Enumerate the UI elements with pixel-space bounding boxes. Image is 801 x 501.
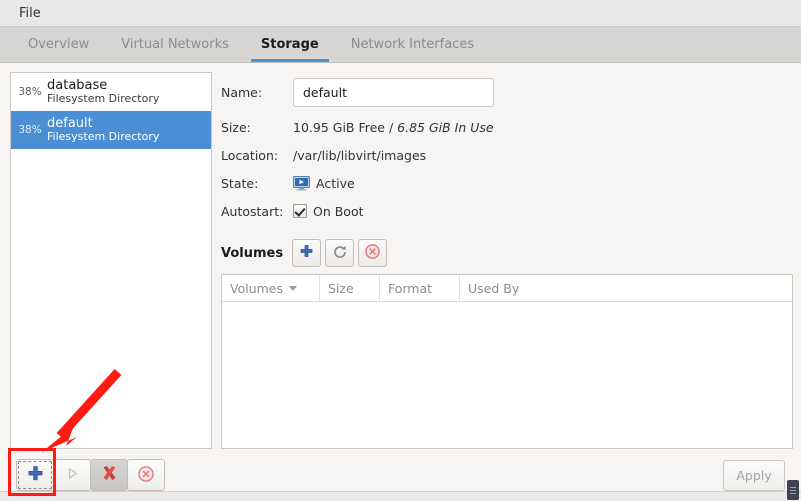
play-icon bbox=[66, 467, 79, 483]
column-header-used-by[interactable]: Used By bbox=[460, 275, 792, 301]
delete-volume-button[interactable] bbox=[358, 239, 387, 267]
location-label: Location: bbox=[221, 148, 293, 163]
refresh-icon bbox=[333, 245, 347, 262]
state-label: State: bbox=[221, 176, 293, 191]
status-line bbox=[0, 491, 801, 501]
autostart-checkbox[interactable] bbox=[293, 204, 307, 218]
pool-usage-percent: 38% bbox=[13, 86, 47, 98]
stop-pool-button[interactable] bbox=[127, 459, 165, 491]
size-field-row: Size: 10.95 GiB Free / 6.85 GiB In Use bbox=[221, 116, 793, 138]
location-value: /var/lib/libvirt/images bbox=[293, 148, 426, 163]
autostart-field-row: Autostart: On Boot bbox=[221, 200, 793, 222]
chevron-down-icon bbox=[289, 286, 297, 291]
pool-name: database bbox=[47, 78, 159, 93]
tab-overview[interactable]: Overview bbox=[12, 27, 105, 62]
size-free: 10.95 GiB Free bbox=[293, 120, 385, 135]
autostart-value: On Boot bbox=[313, 204, 364, 219]
state-value: Active bbox=[316, 176, 355, 191]
column-header-size-label: Size bbox=[328, 281, 354, 296]
apply-button[interactable]: Apply bbox=[723, 460, 785, 491]
plus-icon bbox=[28, 466, 43, 484]
volumes-table[interactable]: Volumes Size Format Used By bbox=[221, 274, 793, 449]
red-x-icon bbox=[101, 465, 118, 485]
start-pool-button[interactable] bbox=[53, 459, 91, 491]
autostart-label: Autostart: bbox=[221, 204, 293, 219]
pool-type: Filesystem Directory bbox=[47, 93, 159, 106]
size-separator: / bbox=[385, 120, 397, 135]
volumes-header: Volumes bbox=[221, 239, 793, 267]
column-header-volumes[interactable]: Volumes bbox=[222, 275, 320, 301]
name-field-row: Name: bbox=[221, 78, 793, 107]
location-field-row: Location: /var/lib/libvirt/images bbox=[221, 144, 793, 166]
state-field-row: State: Active bbox=[221, 172, 793, 194]
tab-bar: Overview Virtual Networks Storage Networ… bbox=[0, 27, 801, 63]
menu-file[interactable]: File bbox=[13, 3, 47, 24]
size-label: Size: bbox=[221, 120, 293, 135]
delete-circle-icon bbox=[365, 244, 380, 262]
refresh-volumes-button[interactable] bbox=[325, 239, 354, 267]
size-value: 10.95 GiB Free / 6.85 GiB In Use bbox=[293, 120, 494, 135]
add-volume-button[interactable] bbox=[292, 239, 321, 267]
list-item[interactable]: 38% database Filesystem Directory bbox=[11, 73, 211, 111]
stop-circle-icon bbox=[138, 466, 154, 485]
name-input[interactable] bbox=[293, 78, 494, 107]
list-item[interactable]: 38% default Filesystem Directory bbox=[11, 111, 211, 149]
column-header-volumes-label: Volumes bbox=[230, 281, 283, 296]
column-header-format[interactable]: Format bbox=[380, 275, 460, 301]
tab-network-interfaces[interactable]: Network Interfaces bbox=[335, 27, 490, 62]
delete-pool-button[interactable] bbox=[90, 459, 128, 491]
add-pool-button[interactable] bbox=[16, 459, 54, 491]
size-in-use: 6.85 GiB In Use bbox=[397, 120, 493, 135]
storage-pool-list[interactable]: 38% database Filesystem Directory 38% de… bbox=[10, 72, 212, 449]
column-header-size[interactable]: Size bbox=[320, 275, 380, 301]
column-header-used-by-label: Used By bbox=[468, 281, 519, 296]
pool-usage-percent: 38% bbox=[13, 124, 47, 136]
scrollbar-grip[interactable] bbox=[787, 480, 799, 500]
volumes-title: Volumes bbox=[221, 246, 283, 261]
storage-tab-content: 38% database Filesystem Directory 38% de… bbox=[0, 64, 801, 449]
monitor-play-icon bbox=[293, 176, 310, 191]
plus-icon bbox=[300, 245, 313, 261]
name-label: Name: bbox=[221, 85, 293, 100]
pool-name: default bbox=[47, 116, 159, 131]
volumes-table-header: Volumes Size Format Used By bbox=[222, 275, 792, 302]
column-header-format-label: Format bbox=[388, 281, 432, 296]
pool-type: Filesystem Directory bbox=[47, 131, 159, 144]
pool-details-pane: Name: Size: 10.95 GiB Free / 6.85 GiB In… bbox=[221, 72, 793, 449]
menu-bar: File bbox=[0, 0, 801, 27]
tab-storage[interactable]: Storage bbox=[245, 27, 335, 62]
tab-virtual-networks[interactable]: Virtual Networks bbox=[105, 27, 245, 62]
